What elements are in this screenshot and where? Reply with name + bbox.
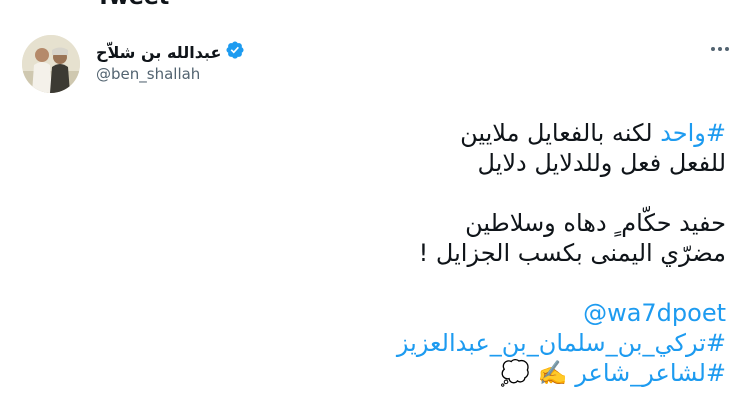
tweet-body: #واحد لكنه بالفعايل ملايين للفعل فعل ولل… <box>46 118 726 388</box>
mention-link[interactable]: @wa7dpoet <box>583 299 726 327</box>
hashtag-link[interactable]: #لشاعر_شاعر <box>575 359 726 387</box>
emoji-text: ✍️ 💭 <box>500 359 576 387</box>
page-title: Tweet <box>96 0 169 10</box>
tweet-author: عبدالله بن شلاّح @ben_shallah <box>22 35 732 97</box>
more-options-icon[interactable] <box>708 37 732 61</box>
author-name-row: عبدالله بن شلاّح <box>96 40 245 64</box>
hashtag-link[interactable]: #تركي_بن_سلمان_بن_عبدالعزيز <box>397 329 726 357</box>
tweet-line-3: حفيد حكّام ٍ دهاه وسلاطين <box>465 209 726 237</box>
author-display-name[interactable]: عبدالله بن شلاّح <box>96 43 221 62</box>
verified-badge-icon <box>225 40 245 64</box>
hashtag-link[interactable]: #واحد <box>660 119 726 147</box>
tweet-line-4: مضرّي اليمنى بكسب الجزايل ! <box>418 239 726 267</box>
author-handle[interactable]: @ben_shallah <box>96 65 200 83</box>
tweet-line-hashtag3: #لشاعر_شاعر ✍️ 💭 <box>46 358 726 388</box>
tweet-line-1: #واحد لكنه بالفعايل ملايين <box>46 118 726 148</box>
tweet-line-2: للفعل فعل وللدلايل دلايل <box>477 149 726 177</box>
tweet-line-1-text: لكنه بالفعايل ملايين <box>460 119 661 147</box>
avatar[interactable] <box>22 35 80 93</box>
